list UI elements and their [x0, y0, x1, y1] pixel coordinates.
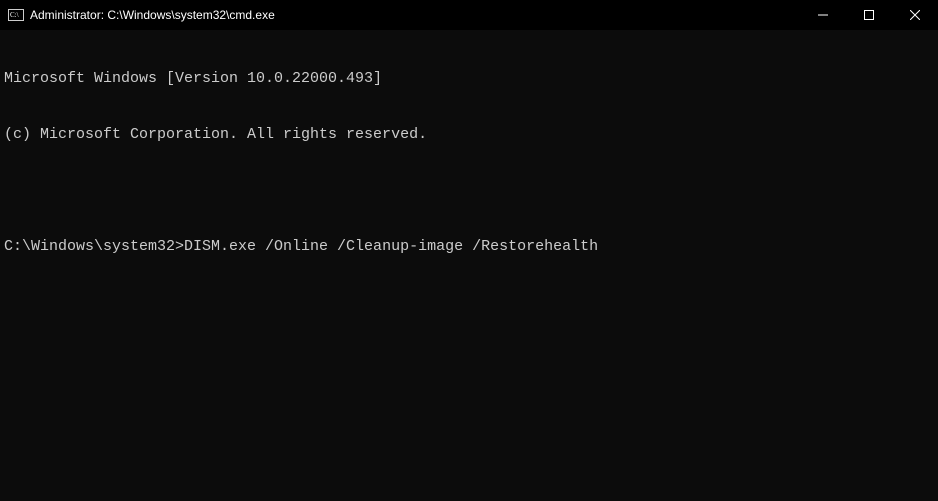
terminal-output-line: (c) Microsoft Corporation. All rights re…: [4, 126, 934, 145]
close-icon: [910, 10, 920, 20]
terminal-prompt-line: C:\Windows\system32> DISM.exe /Online /C…: [4, 238, 934, 257]
cmd-icon: C:\: [8, 7, 24, 23]
minimize-button[interactable]: [800, 0, 846, 30]
terminal-prompt: C:\Windows\system32>: [4, 238, 184, 257]
window-controls: [800, 0, 938, 30]
maximize-button[interactable]: [846, 0, 892, 30]
minimize-icon: [818, 10, 828, 20]
close-button[interactable]: [892, 0, 938, 30]
window-title: Administrator: C:\Windows\system32\cmd.e…: [30, 8, 275, 22]
titlebar-left: C:\ Administrator: C:\Windows\system32\c…: [8, 7, 275, 23]
terminal-command: DISM.exe /Online /Cleanup-image /Restore…: [184, 238, 598, 257]
window-titlebar: C:\ Administrator: C:\Windows\system32\c…: [0, 0, 938, 30]
terminal-output-line: Microsoft Windows [Version 10.0.22000.49…: [4, 70, 934, 89]
svg-text:C:\: C:\: [10, 11, 19, 19]
terminal-area[interactable]: Microsoft Windows [Version 10.0.22000.49…: [0, 30, 938, 501]
terminal-blank-line: [4, 182, 934, 201]
maximize-icon: [864, 10, 874, 20]
